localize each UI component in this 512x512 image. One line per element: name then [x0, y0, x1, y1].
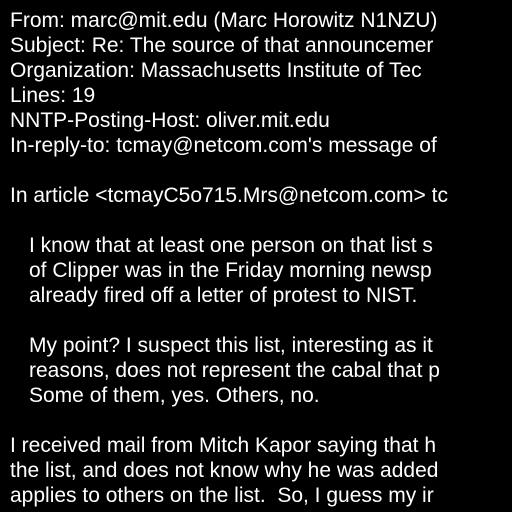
- body-attribution: In article <tcmayC5o715.Mrs@netcom.com> …: [10, 184, 448, 207]
- quote-line: of Clipper was in the Friday morning new…: [29, 259, 432, 282]
- header-organization: Organization: Massachusetts Institute of…: [10, 59, 422, 82]
- header-from: From: marc@mit.edu (Marc Horowitz N1NZU): [10, 9, 438, 32]
- reply-line: I received mail from Mitch Kapor saying …: [10, 434, 437, 457]
- quote-line: My point? I suspect this list, interesti…: [29, 334, 433, 357]
- reply-line: applies to others on the list. So, I gue…: [10, 484, 434, 507]
- header-nntp-host: NNTP-Posting-Host: oliver.mit.edu: [10, 109, 330, 132]
- message-view: From: marc@mit.edu (Marc Horowitz N1NZU)…: [0, 0, 512, 512]
- quote-line: I know that at least one person on that …: [29, 234, 433, 257]
- quote-line: reasons, does not represent the cabal th…: [29, 359, 440, 382]
- header-lines: Lines: 19: [10, 84, 96, 107]
- quote-line: already fired off a letter of protest to…: [29, 284, 418, 307]
- header-in-reply-to: In-reply-to: tcmay@netcom.com's message …: [10, 134, 437, 157]
- reply-line: the list, and does not know why he was a…: [10, 459, 439, 482]
- quote-line: Some of them, yes. Others, no.: [29, 384, 320, 407]
- header-subject: Subject: Re: The source of that announce…: [10, 34, 434, 57]
